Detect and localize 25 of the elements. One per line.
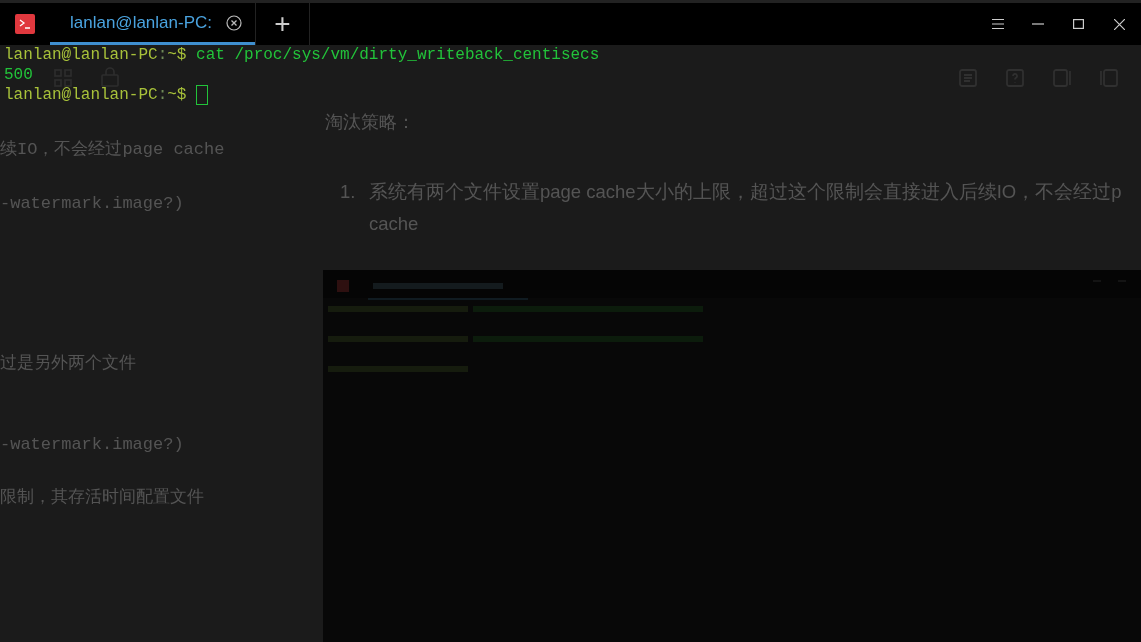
- paragraph-text: 限制，其存活时间配置文件: [0, 488, 204, 508]
- new-tab-button[interactable]: +: [255, 3, 310, 45]
- prompt-text: :: [157, 85, 168, 105]
- prompt-text: :: [157, 45, 168, 65]
- list-item-text: 系统有两个文件设置page cache大小的上限，超过这个限制会直接进入后续IO，不会经过p: [369, 180, 1122, 204]
- prompt-text: ~$: [167, 85, 187, 105]
- close-tab-icon[interactable]: [226, 14, 242, 31]
- minimize-icon: [1032, 23, 1044, 25]
- paragraph-text: -watermark.image?): [0, 194, 184, 214]
- close-icon: [1113, 18, 1125, 30]
- terminal-icon: [15, 14, 35, 34]
- output-text: 500: [4, 65, 33, 85]
- maximize-icon: [1072, 19, 1084, 29]
- paragraph-text: 续IO，不会经过page cache: [0, 140, 225, 160]
- list-number: 1.: [340, 180, 357, 204]
- prompt-text: ~$: [167, 45, 187, 65]
- section-heading: 淘汰策略：: [325, 112, 416, 132]
- tab[interactable]: lanlan@lanlan-PC:: [50, 3, 255, 45]
- menu-icon: [992, 19, 1004, 29]
- command-text: cat /proc/sys/vm/dirty_writeback_centisecs: [195, 45, 600, 65]
- list-item-text: cache: [369, 212, 420, 236]
- paragraph-text: 过是另外两个文件: [0, 354, 136, 374]
- prompt-text: lanlan@lanlan-PC: [4, 45, 158, 65]
- paragraph-text: -watermark.image?): [0, 435, 184, 455]
- prompt-text: lanlan@lanlan-PC: [4, 85, 158, 105]
